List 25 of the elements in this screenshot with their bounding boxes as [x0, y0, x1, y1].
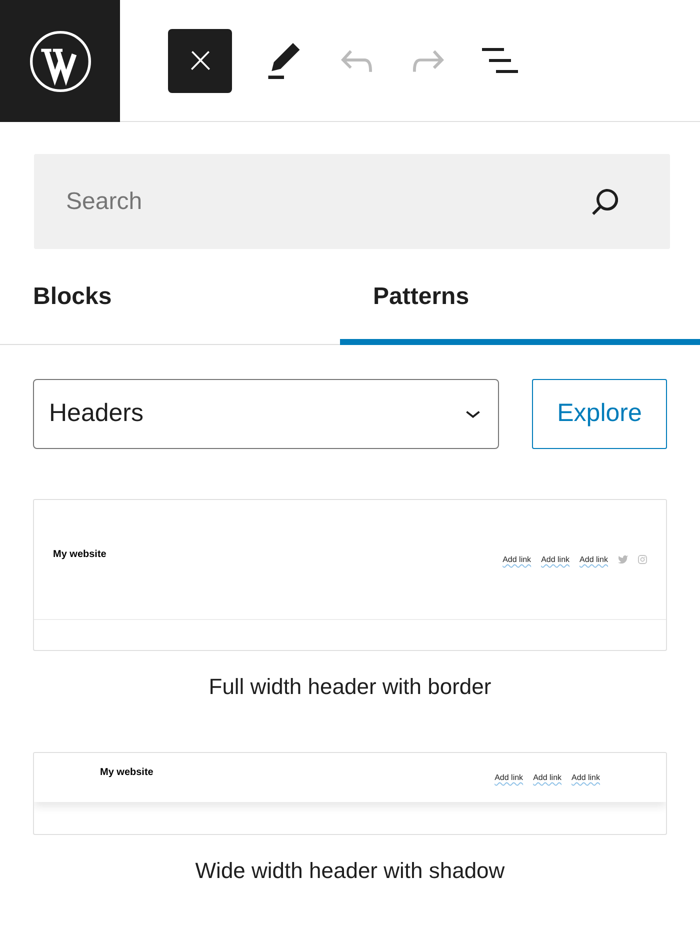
tab[interactable]: Patterns: [340, 249, 700, 345]
nav-link: Add link: [541, 554, 570, 566]
pattern-title: Full width header with border: [208, 674, 492, 700]
pencil-icon[interactable]: [268, 42, 300, 78]
nav-link: Add link: [533, 772, 562, 784]
logo-icon: [30, 30, 90, 92]
nav-link: Add link: [502, 554, 532, 566]
explore-button[interactable]: Explore: [532, 379, 667, 449]
pattern-preview[interactable]: My website Add link Add link Add link: [33, 752, 667, 835]
site-title: My website: [100, 766, 154, 780]
nav-link: Add link: [572, 772, 600, 784]
nav-link: Add link: [494, 772, 524, 784]
search-icon: [592, 189, 618, 215]
nav-link: Add link: [580, 554, 608, 566]
close-button[interactable]: [168, 28, 232, 92]
chevron-down-icon: [466, 410, 480, 418]
pattern-preview[interactable]: My website Add link Add link Add link: [33, 499, 667, 651]
site-title: My website: [53, 548, 106, 562]
list-view-icon[interactable]: [482, 48, 518, 73]
tab[interactable]: Blocks: [0, 249, 340, 345]
pattern-title: Wide width header with shadow: [194, 858, 506, 884]
logo-button[interactable]: [0, 0, 120, 122]
close-icon: [190, 51, 210, 70]
category-dropdown[interactable]: Headers: [33, 379, 499, 449]
search-field[interactable]: Search: [34, 154, 670, 249]
